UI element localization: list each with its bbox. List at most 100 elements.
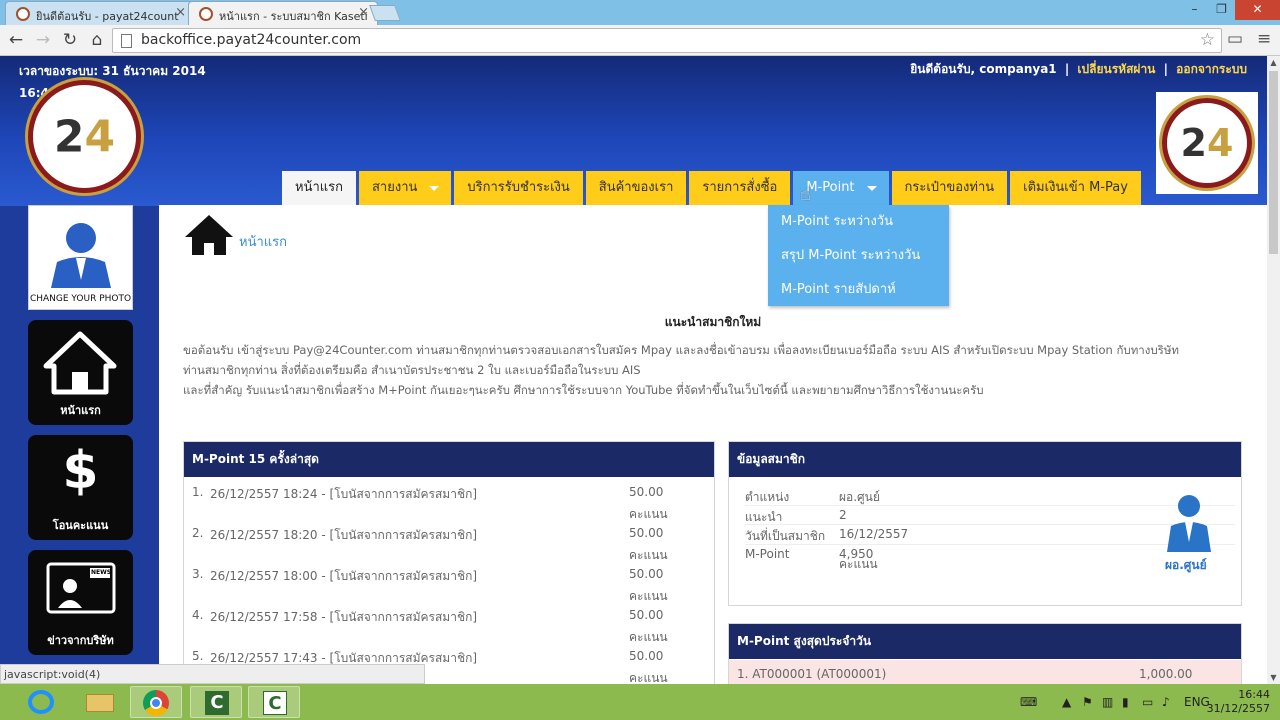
- browser-status-bar: javascript:void(4): [0, 664, 425, 684]
- row-unit: คะแนน: [629, 589, 668, 603]
- show-hidden-icons[interactable]: ▲: [1062, 695, 1071, 709]
- row-number: 5.: [192, 649, 204, 663]
- tab-close-icon[interactable]: ×: [358, 5, 369, 20]
- list-item: 3. 26/12/2557 18:00 - [โบนัสจากการสมัครส…: [192, 567, 714, 608]
- keyboard-icon[interactable]: ⌨: [1020, 695, 1037, 709]
- row-unit: คะแนน: [629, 548, 668, 562]
- menu-hamburger-icon[interactable]: ≡: [1257, 29, 1271, 49]
- minimize-icon[interactable]: –: [1181, 0, 1208, 20]
- home-browser-icon[interactable]: ⌂: [87, 30, 107, 50]
- intro-line: ขอต้อนรับ เข้าสู่ระบบ Pay@24Counter.com …: [183, 343, 1180, 357]
- system-time-date: เวลาของระบบ: 31 ธันวาคม 2014: [19, 64, 206, 78]
- menu-orders[interactable]: รายการสั่งซื้อ: [689, 171, 791, 205]
- tab-title: ยินดีต้อนรับ - payat24count: [36, 10, 179, 23]
- taskbar-clock[interactable]: 16:44 31/12/2557: [1207, 688, 1270, 716]
- volume-icon[interactable]: ♪: [1162, 695, 1170, 709]
- company-logo[interactable]: 24: [28, 80, 141, 193]
- page-scrollbar[interactable]: ▲ ▼: [1267, 56, 1280, 684]
- flag-icon[interactable]: ⚑: [1082, 695, 1093, 709]
- intro-text: ขอต้อนรับ เข้าสู่ระบบ Pay@24Counter.com …: [183, 340, 1243, 400]
- chrome-icon[interactable]: [130, 686, 182, 718]
- cast-icon[interactable]: ▭: [1227, 29, 1243, 49]
- internet-explorer-icon[interactable]: [16, 686, 68, 718]
- info-row-position: ตำแหน่ง ผอ.ศูนย์: [745, 486, 1235, 506]
- row-number: 1.: [192, 485, 204, 499]
- top-mpoint-title: M-Point สูงสุดประจำวัน: [729, 624, 1241, 659]
- row-amount: 50.00: [629, 567, 664, 581]
- camtasia-app-icon[interactable]: C: [190, 686, 242, 718]
- signal-icon[interactable]: ▮: [1122, 695, 1129, 709]
- address-bar[interactable]: backoffice.payat24counter.com ☆: [112, 28, 1222, 53]
- row-amount: 50.00: [629, 526, 664, 540]
- top-row-label: 1. AT000001 (AT000001): [737, 667, 887, 681]
- row-amount: 50.00: [629, 649, 664, 663]
- main-menu: หน้าแรก สายงาน บริการรับชำระเงิน สินค้าข…: [282, 171, 1141, 205]
- breadcrumb-home-link[interactable]: หน้าแรก: [239, 231, 287, 252]
- new-tab-button[interactable]: [369, 5, 401, 21]
- info-key: วันที่เป็นสมาชิก: [745, 529, 826, 543]
- sidebar-home-label: หน้าแรก: [60, 404, 101, 417]
- scroll-down-icon[interactable]: ▼: [1267, 671, 1280, 684]
- top-mpoint-panel: M-Point สูงสุดประจำวัน 1. AT000001 (AT00…: [728, 623, 1242, 684]
- tab-close-icon[interactable]: ×: [175, 5, 186, 20]
- dropdown-item-mpoint-daily[interactable]: M-Point ระหว่างวัน: [768, 205, 949, 239]
- menu-payment-service[interactable]: บริการรับชำระเงิน: [454, 171, 583, 205]
- dropdown-item-mpoint-weekly[interactable]: M-Point รายสัปดาห์: [768, 273, 949, 307]
- welcome-text: ยินดีต้อนรับ, companya1: [910, 62, 1057, 76]
- breadcrumb-home-icon: [185, 215, 233, 255]
- change-password-link[interactable]: เปลี่ยนรหัสผ่าน: [1077, 62, 1155, 76]
- row-unit: คะแนน: [629, 630, 668, 644]
- reload-icon[interactable]: ↻: [60, 30, 80, 50]
- caret-down-icon: [429, 186, 440, 191]
- sidebar-transfer-tile[interactable]: $ โอนคะแนน: [28, 435, 133, 540]
- menu-home[interactable]: หน้าแรก: [282, 171, 356, 205]
- list-item: 4. 26/12/2557 17:58 - [โบนัสจากการสมัครส…: [192, 608, 714, 649]
- change-photo-tile[interactable]: CHANGE YOUR PHOTO: [28, 205, 133, 310]
- logout-link[interactable]: ออกจากระบบ: [1176, 62, 1247, 76]
- user-avatar-icon: [51, 223, 111, 288]
- info-key: ตำแหน่ง: [745, 490, 790, 504]
- close-window-icon[interactable]: ✕: [1235, 0, 1280, 20]
- network-icon[interactable]: ▥: [1102, 695, 1113, 709]
- forward-arrow-icon[interactable]: →: [33, 30, 53, 50]
- logo-digit-4: 4: [84, 111, 116, 162]
- restore-icon[interactable]: ❐: [1208, 0, 1235, 20]
- scroll-thumb[interactable]: [1269, 71, 1278, 254]
- bookmark-star-icon[interactable]: ☆: [1200, 30, 1215, 50]
- info-value: 2: [839, 507, 847, 522]
- info-row-referrals: แนะนำ 2: [745, 506, 1235, 525]
- user-welcome-bar: ยินดีต้อนรับ, companya1 | เปลี่ยนรหัสผ่า…: [910, 62, 1247, 76]
- browser-tab-1[interactable]: ยินดีต้อนรับ - payat24count ×: [5, 1, 195, 25]
- dollar-icon: $: [62, 441, 99, 501]
- menu-our-products[interactable]: สินค้าของเรา: [585, 171, 687, 205]
- home-icon: [43, 331, 117, 395]
- scroll-up-icon[interactable]: ▲: [1267, 56, 1280, 69]
- menu-lineage[interactable]: สายงาน: [359, 171, 452, 205]
- camtasia-recorder-icon[interactable]: C: [248, 686, 300, 718]
- logo-digit-4: 4: [1207, 121, 1234, 165]
- top-row-value: 1,000.00: [1139, 667, 1193, 681]
- back-arrow-icon[interactable]: ←: [6, 30, 26, 50]
- menu-wallet[interactable]: กระเป๋าของท่าน: [891, 171, 1008, 205]
- power-icon[interactable]: ▭: [1142, 695, 1153, 709]
- mpoint-latest-panel: M-Point 15 ครั้งล่าสุด 1. 26/12/2557 18:…: [183, 441, 715, 684]
- menu-topup-mpay[interactable]: เติมเงินเข้า M-Pay: [1010, 171, 1141, 205]
- caret-down-icon: [866, 186, 877, 191]
- menu-mpoint-label: M-Point: [806, 180, 855, 195]
- info-row-member-since: วันที่เป็นสมาชิก 16/12/2557: [745, 525, 1235, 545]
- intro-title: แนะนำสมาชิกใหม่: [664, 315, 762, 329]
- dropdown-item-mpoint-daily-summary[interactable]: สรุป M-Point ระหว่างวัน: [768, 239, 949, 273]
- sidebar-transfer-label: โอนคะแนน: [52, 519, 109, 532]
- sidebar-news-tile[interactable]: NEWS ข่าวจากบริษัท: [28, 550, 133, 655]
- mpoint-unit: คะแนน: [839, 557, 878, 571]
- row-amount: 50.00: [629, 608, 664, 622]
- row-description: 26/12/2557 18:20 - [โบนัสจากการสมัครสมาช…: [210, 528, 478, 542]
- member-info-panel: ข้อมูลสมาชิก ตำแหน่ง ผอ.ศูนย์ แนะนำ 2 วั…: [728, 441, 1242, 606]
- info-value: 16/12/2557: [839, 527, 909, 541]
- change-photo-label: CHANGE YOUR PHOTO: [29, 294, 132, 304]
- file-explorer-icon[interactable]: [74, 686, 126, 718]
- browser-tab-bar: ยินดีต้อนรับ - payat24count × หน้าแรก - …: [0, 0, 1280, 25]
- browser-tab-2[interactable]: หน้าแรก - ระบบสมาชิก Kaseti ×: [188, 1, 378, 25]
- sidebar-home-tile[interactable]: หน้าแรก: [28, 320, 133, 425]
- mpoint-latest-title: M-Point 15 ครั้งล่าสุด: [184, 442, 714, 477]
